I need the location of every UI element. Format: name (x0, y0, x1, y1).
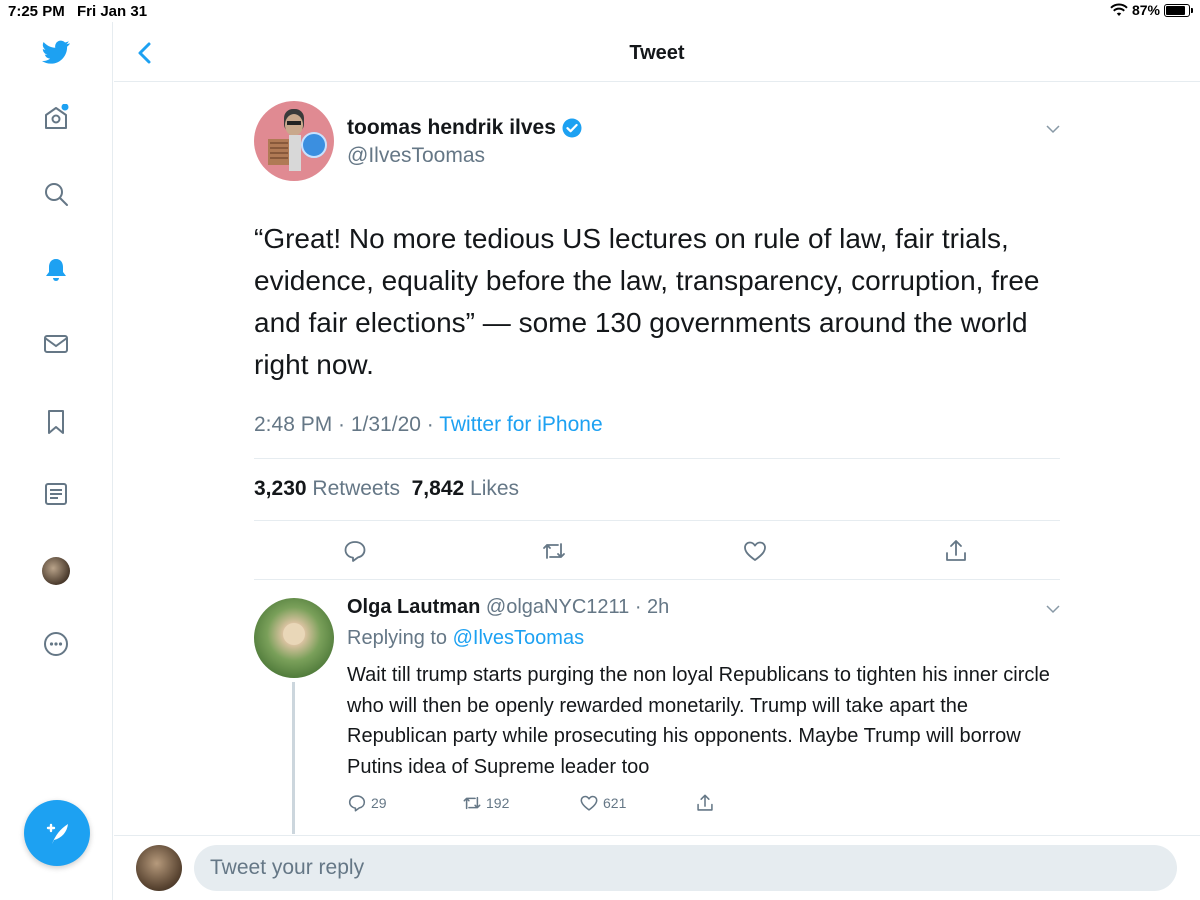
retweet-button[interactable] (541, 538, 567, 564)
heart-icon (744, 541, 766, 561)
like-count: 621 (603, 795, 627, 811)
thread-line (292, 682, 295, 834)
battery-icon (1164, 3, 1193, 17)
status-right: 87% (1110, 2, 1193, 18)
likes-count: 7,842 (411, 477, 465, 500)
likes-stat[interactable]: 7,842 Likes (412, 477, 519, 500)
search-icon[interactable] (40, 178, 72, 210)
share-icon (946, 540, 966, 561)
reply-button[interactable] (342, 538, 368, 564)
bell-icon[interactable] (40, 254, 72, 286)
bookmark-icon[interactable] (40, 406, 72, 438)
reply-share-button[interactable] (695, 793, 715, 813)
replying-prefix: Replying to (347, 627, 448, 649)
author-avatar[interactable] (254, 101, 334, 181)
like-button[interactable] (742, 538, 768, 564)
page-title: Tweet (629, 42, 685, 64)
divider (254, 458, 1060, 459)
retweet-count: 192 (486, 795, 510, 811)
likes-label: Likes (470, 477, 520, 500)
tweet-timestamp: 2:48 PM · 1/31/20 · (254, 413, 440, 436)
share-icon (697, 794, 713, 811)
reply-input[interactable] (194, 845, 1177, 891)
reply-author-name[interactable]: Olga Lautman (347, 596, 480, 618)
retweets-stat[interactable]: 3,230 Retweets (254, 477, 400, 500)
reply-count: 29 (371, 795, 387, 811)
status-bar: 7:25 PM Fri Jan 31 87% (0, 0, 1200, 22)
page-header: Tweet (114, 22, 1200, 82)
profile-avatar[interactable] (42, 557, 70, 585)
retweets-label: Retweets (312, 477, 400, 500)
chevron-down-icon[interactable] (1045, 601, 1061, 617)
tweet-client-link[interactable]: Twitter for iPhone (439, 413, 602, 436)
reply-retweet-button[interactable]: 192 (462, 793, 509, 813)
sidebar (0, 22, 113, 900)
author-name-row[interactable]: toomas hendrik ilves (347, 116, 582, 140)
tweet-text: “Great! No more tedious US lectures on r… (254, 223, 1040, 380)
reply-like-button[interactable]: 621 (579, 793, 626, 813)
my-avatar[interactable] (136, 845, 182, 891)
battery-fill (1166, 5, 1186, 15)
reply-author-avatar[interactable] (254, 598, 334, 678)
divider (254, 520, 1060, 521)
mail-icon[interactable] (40, 328, 72, 360)
home-icon[interactable] (40, 102, 72, 134)
feather-icon (46, 823, 68, 844)
reply-text: Wait till trump starts purging the non l… (347, 664, 1050, 778)
reply-icon (348, 795, 366, 812)
divider (254, 579, 1060, 580)
replying-to-handle[interactable]: @IlvesToomas (453, 627, 584, 649)
replying-to: Replying to @IlvesToomas (347, 627, 584, 650)
more-icon[interactable] (40, 628, 72, 660)
reply-composer-bar (114, 835, 1200, 900)
reply-handle-time[interactable]: @olgaNYC1211 · 2h (486, 596, 669, 618)
reply-header: Olga Lautman @olgaNYC1211 · 2h (347, 596, 669, 619)
retweet-icon (543, 543, 565, 559)
tweet-stats: 3,230 Retweets 7,842 Likes (254, 477, 519, 501)
author-name[interactable]: toomas hendrik ilves (347, 116, 556, 140)
list-icon[interactable] (40, 478, 72, 510)
status-date: Fri Jan 31 (77, 3, 148, 20)
chevron-down-icon[interactable] (1045, 121, 1061, 137)
wifi-icon (1110, 3, 1128, 16)
retweets-count: 3,230 (254, 477, 307, 500)
share-button[interactable] (943, 538, 969, 564)
twitter-logo-icon[interactable] (40, 36, 72, 68)
verified-badge-icon (562, 118, 582, 138)
author-handle[interactable]: @IlvesToomas (347, 144, 485, 168)
tweet-meta: 2:48 PM · 1/31/20 · Twitter for iPhone (254, 413, 603, 437)
retweet-icon (463, 796, 481, 810)
reply-reply-button[interactable]: 29 (347, 793, 387, 813)
reply-icon (344, 541, 366, 562)
status-time: 7:25 PM (8, 3, 65, 20)
heart-icon (580, 795, 598, 811)
battery-percent: 87% (1131, 2, 1160, 18)
compose-tweet-button[interactable] (24, 800, 90, 866)
